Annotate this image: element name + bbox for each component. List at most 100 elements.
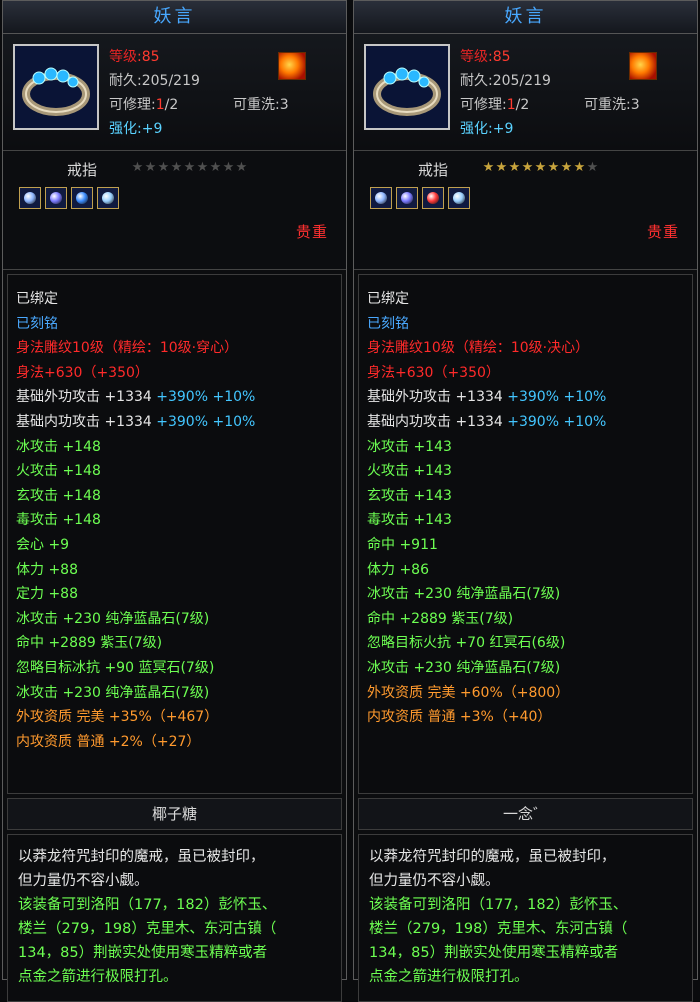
attribute-line: 命中 +2889 紫玉(7级) <box>16 635 163 652</box>
attribute-list: 已绑定 已刻铭 身法雕纹10级（精绘：10级·决心） 身法+630（+350） 基础外功… <box>358 274 693 794</box>
attribute-segment: 基础外功攻击 +1334 <box>16 389 157 406</box>
attribute-line: 忽略目标火抗 +70 红冥石(6级) <box>367 635 566 652</box>
star-icon: ★ <box>560 160 573 175</box>
attribute-line: 已绑定 <box>16 291 58 307</box>
attribute-segment: +390% +10% <box>507 413 607 430</box>
gem-icon[interactable] <box>422 187 444 209</box>
star-icon: ★ <box>547 160 560 175</box>
star-icon: ★ <box>573 160 586 175</box>
star-icon: ★ <box>196 160 209 175</box>
description-line: 但力量仍不容小觑。 <box>369 873 500 889</box>
attribute-line: 命中 +2889 紫玉(7级) <box>367 610 514 627</box>
durability-row: 耐久:205/219 <box>109 70 200 90</box>
description-line: 该装备可到洛阳（177，182）彭怀玉、 <box>18 897 277 913</box>
item-description: 以莽龙符咒封印的魔戒，虽已被封印， 但力量仍不容小觑。该装备可到洛阳（177，18… <box>7 834 342 1002</box>
attribute-segment: 基础外功攻击 +1334 <box>367 389 508 406</box>
repair-row: 可修理:1/2 <box>109 94 178 114</box>
gem-icon[interactable] <box>45 187 67 209</box>
durability-value: 205/219 <box>492 73 551 89</box>
attribute-line: 玄攻击 +143 <box>367 487 452 504</box>
gem-icon[interactable] <box>448 187 470 209</box>
durability-label: 耐久 <box>460 73 488 89</box>
attribute-line: 身法+630（+350） <box>16 364 149 381</box>
enhance-value: +9 <box>492 121 514 137</box>
attribute-line: 身法雕纹10级（精绘：10级·决心） <box>367 340 590 357</box>
attribute-line: 内攻资质 普通 +2%（+27） <box>16 733 201 750</box>
attribute-line: 外攻资质 完美 +35%（+467） <box>16 709 219 726</box>
attribute-line: 已绑定 <box>367 291 409 307</box>
level-label: 等级 <box>109 49 137 65</box>
level-value: 85 <box>492 49 511 65</box>
star-icon: ★ <box>170 160 183 175</box>
gem-icon[interactable] <box>396 187 418 209</box>
gem-icon[interactable] <box>71 187 93 209</box>
gem-stone <box>24 192 36 204</box>
attribute-line: 身法雕纹10级（精绘：10级·穿心） <box>16 340 239 357</box>
description-line: 134，85）荆嵌实处使用寒玉精粹或者 <box>18 945 268 961</box>
attribute-segment: +390% +10% <box>507 389 607 406</box>
ring-item-icon[interactable] <box>13 44 99 130</box>
attribute-line: 冰攻击 +230 纯净蓝晶石(7级) <box>367 586 561 603</box>
item-type-row: 戒指 ★★★★★★★★★ 贵重 <box>354 151 697 270</box>
repair-total: /2 <box>164 97 179 113</box>
attribute-line: 命中 +911 <box>367 536 438 553</box>
star-icon: ★ <box>508 160 521 175</box>
ring-icon <box>366 46 448 128</box>
attribute-line: 冰攻击 +143 <box>367 438 452 455</box>
star-icon: ★ <box>534 160 547 175</box>
durability-label: 耐久 <box>109 73 137 89</box>
gem-icon[interactable] <box>97 187 119 209</box>
gem-stone <box>427 192 439 204</box>
gem-icon[interactable] <box>19 187 41 209</box>
description-line: 但力量仍不容小觑。 <box>18 873 149 889</box>
attribute-line: 毒攻击 +148 <box>16 512 101 529</box>
star-icon: ★ <box>209 160 222 175</box>
owner-name: 椰子糖 <box>7 798 342 830</box>
description-line: 该装备可到洛阳（177，182）彭怀玉、 <box>369 897 628 913</box>
gem-icon[interactable] <box>370 187 392 209</box>
attribute-segment: +390% +10% <box>156 389 256 406</box>
attribute-line: 已刻铭 <box>16 315 58 332</box>
star-rating: ★★★★★★★★★ <box>482 160 599 175</box>
level-row: 等级:85 <box>109 46 160 66</box>
attribute-segment: 基础内功攻击 +1334 <box>16 413 157 430</box>
reset-row: 可重洗:3 <box>584 94 640 114</box>
star-icon: ★ <box>144 160 157 175</box>
attribute-line: 毒攻击 +143 <box>367 512 452 529</box>
attribute-line: 基础内功攻击 +1334 +390% +10% <box>16 410 333 435</box>
owner-name: 一念゛ <box>358 798 693 830</box>
attribute-line: 冰攻击 +148 <box>16 438 101 455</box>
star-icon: ★ <box>131 160 144 175</box>
attribute-line: 冰攻击 +230 纯净蓝晶石(7级) <box>16 684 210 701</box>
item-type: 戒指 <box>418 161 449 179</box>
gem-stone <box>102 192 114 204</box>
star-icon: ★ <box>482 160 495 175</box>
star-icon: ★ <box>586 160 599 175</box>
level-row: 等级:85 <box>460 46 511 66</box>
attribute-line: 内攻资质 普通 +3%（+40） <box>367 709 552 726</box>
star-icon: ★ <box>157 160 170 175</box>
comparison-view: 妖言 等级:85 耐久:205/219 可修理:1/2 可重洗:3 强化:+9 … <box>0 0 700 1002</box>
ring-item-icon[interactable] <box>364 44 450 130</box>
durability-value: 205/219 <box>141 73 200 89</box>
item-type-row: 戒指 ★★★★★★★★★ 贵重 <box>3 151 346 270</box>
attribute-line: 外攻资质 完美 +60%（+800） <box>367 684 570 701</box>
item-name: 妖言 <box>354 1 697 34</box>
description-line: 点金之箭进行极限打孔。 <box>18 969 178 985</box>
attribute-line: 冰攻击 +230 纯净蓝晶石(7级) <box>16 610 210 627</box>
attribute-line: 火攻击 +148 <box>16 463 101 480</box>
item-tooltip-right: 妖言 等级:85 耐久:205/219 可修理:1/2 可重洗:3 强化:+9 … <box>353 0 698 1002</box>
attribute-segment: +390% +10% <box>156 413 256 430</box>
gem-stone <box>401 192 413 204</box>
enhance-row: 强化:+9 <box>109 118 162 138</box>
reset-value: 3 <box>630 97 640 113</box>
star-icon: ★ <box>495 160 508 175</box>
fire-element-icon <box>278 52 306 80</box>
description-line: 以莽龙符咒封印的魔戒，虽已被封印， <box>18 849 265 865</box>
item-name: 妖言 <box>3 1 346 34</box>
gem-stone <box>375 192 387 204</box>
reset-value: 3 <box>279 97 289 113</box>
gem-stone <box>453 192 465 204</box>
attribute-line: 基础外功攻击 +1334 +390% +10% <box>367 385 684 410</box>
attribute-segment: 基础内功攻击 +1334 <box>367 413 508 430</box>
